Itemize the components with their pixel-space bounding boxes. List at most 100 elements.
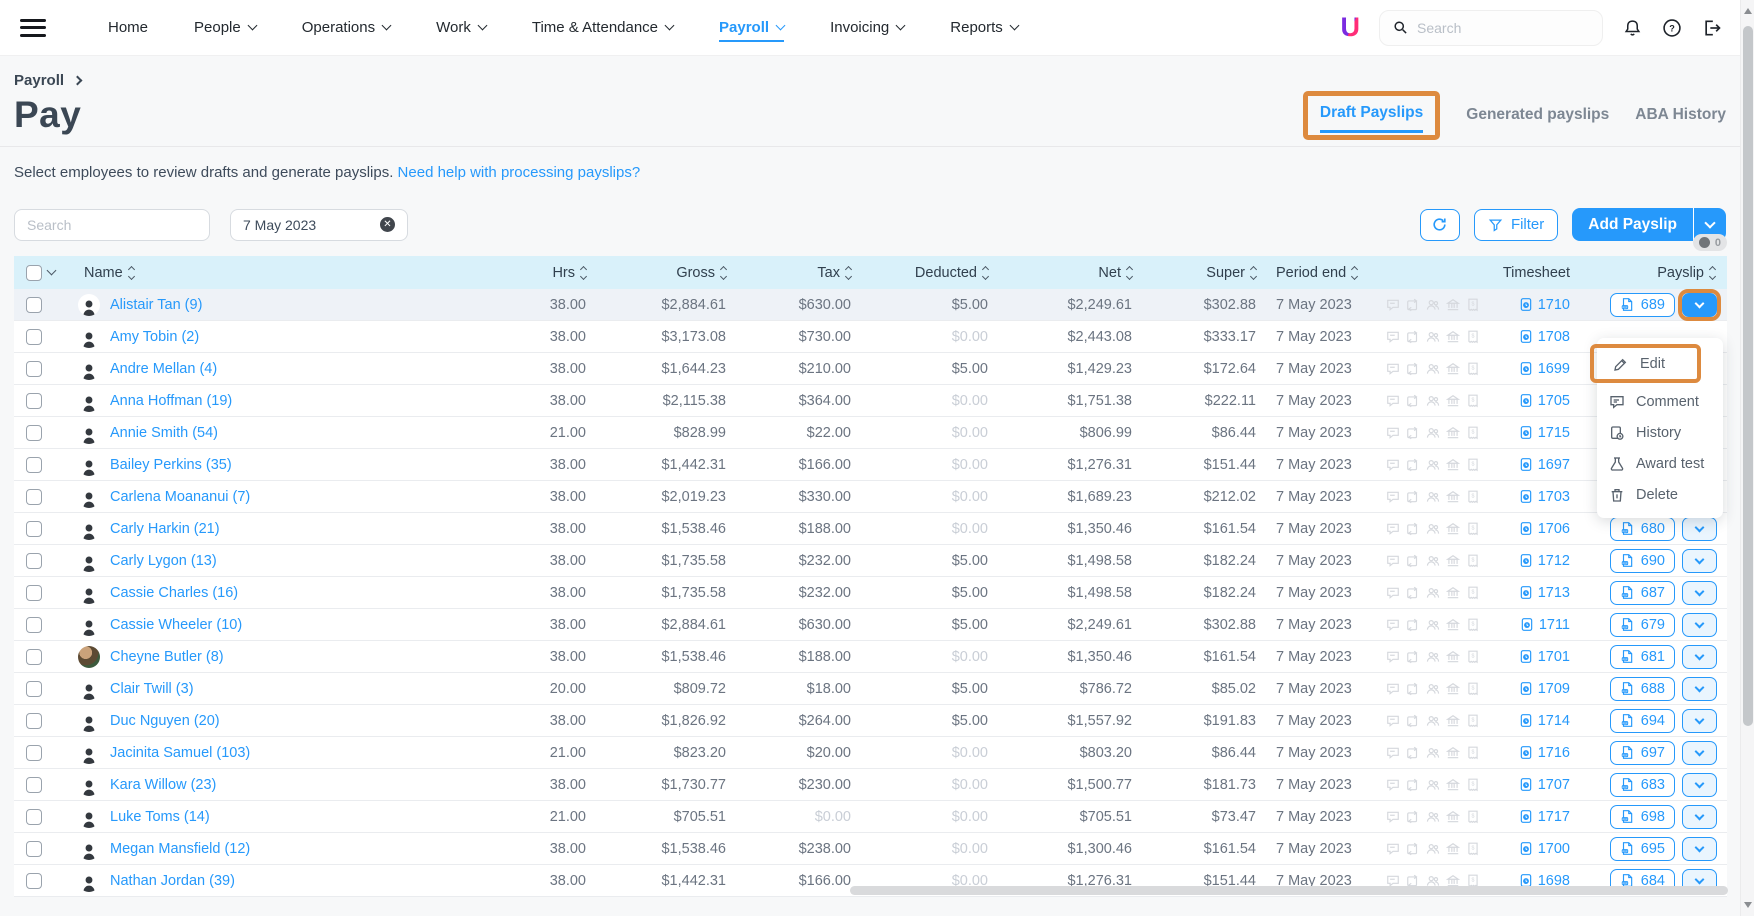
employees-icon[interactable] — [1426, 330, 1440, 344]
pay-receipt-icon[interactable]: $ — [1466, 426, 1480, 440]
sort-icon[interactable] — [1710, 267, 1715, 279]
row-checkbox[interactable] — [26, 585, 42, 601]
employee-name-link[interactable]: Luke Toms (14) — [110, 809, 210, 825]
pay-receipt-icon[interactable]: $ — [1466, 394, 1480, 408]
timesheet-link[interactable]: 1715 — [1494, 425, 1576, 441]
payslip-actions-dropdown-button[interactable] — [1682, 773, 1717, 797]
pay-receipt-icon[interactable]: $ — [1466, 362, 1480, 376]
timesheet-sync-icon[interactable] — [1406, 714, 1420, 728]
help-processing-payslips-link[interactable]: Need help with processing payslips? — [398, 164, 641, 181]
employee-name-link[interactable]: Andre Mellan (4) — [110, 361, 217, 377]
employee-name-link[interactable]: Carly Lygon (13) — [110, 553, 217, 569]
employee-name-link[interactable]: Cassie Wheeler (10) — [110, 617, 242, 633]
bank-icon[interactable] — [1446, 714, 1460, 728]
sort-icon[interactable] — [1127, 267, 1132, 279]
row-checkbox[interactable] — [26, 521, 42, 537]
row-checkbox[interactable] — [26, 809, 42, 825]
timesheet-link[interactable]: 1717 — [1494, 809, 1576, 825]
payslip-pdf-button[interactable]: PDF 690 — [1610, 549, 1675, 573]
timesheet-sync-icon[interactable] — [1406, 362, 1420, 376]
employees-icon[interactable] — [1426, 586, 1440, 600]
payslip-pdf-button[interactable]: PDF 695 — [1610, 837, 1675, 861]
payslip-actions-dropdown-button[interactable] — [1682, 581, 1717, 605]
row-checkbox[interactable] — [26, 425, 42, 441]
comment-icon[interactable] — [1386, 650, 1400, 664]
menu-item-delete[interactable]: Delete — [1597, 479, 1723, 510]
scroll-up-arrow-icon[interactable] — [1744, 8, 1752, 14]
timesheet-link[interactable]: 1706 — [1494, 521, 1576, 537]
timesheet-link[interactable]: 1708 — [1494, 329, 1576, 345]
tab-aba-history[interactable]: ABA History — [1635, 106, 1726, 132]
timesheet-link[interactable]: 1703 — [1494, 489, 1576, 505]
timesheet-link[interactable]: 1711 — [1494, 617, 1576, 633]
payslip-actions-dropdown-button[interactable] — [1682, 805, 1717, 829]
nav-item-payroll[interactable]: Payroll — [719, 13, 784, 42]
row-checkbox[interactable] — [26, 649, 42, 665]
payslip-actions-dropdown-button[interactable] — [1682, 709, 1717, 733]
employee-name-link[interactable]: Jacinita Samuel (103) — [110, 745, 250, 761]
row-checkbox[interactable] — [26, 361, 42, 377]
row-checkbox[interactable] — [26, 553, 42, 569]
sort-icon[interactable] — [983, 267, 988, 279]
employees-icon[interactable] — [1426, 394, 1440, 408]
payslip-actions-dropdown-button[interactable] — [1682, 293, 1717, 317]
payslip-actions-dropdown-button[interactable] — [1682, 645, 1717, 669]
filter-button[interactable]: Filter — [1474, 209, 1558, 241]
timesheet-link[interactable]: 1710 — [1494, 297, 1576, 313]
global-search-input[interactable] — [1417, 20, 1577, 36]
timesheet-sync-icon[interactable] — [1406, 778, 1420, 792]
sort-icon[interactable] — [721, 267, 726, 279]
payslip-pdf-button[interactable]: PDF 687 — [1610, 581, 1675, 605]
employee-name-link[interactable]: Cassie Charles (16) — [110, 585, 238, 601]
timesheet-sync-icon[interactable] — [1406, 650, 1420, 664]
bank-icon[interactable] — [1446, 746, 1460, 760]
comment-icon[interactable] — [1386, 490, 1400, 504]
nav-item-time-attendance[interactable]: Time & Attendance — [532, 13, 673, 42]
timesheet-sync-icon[interactable] — [1406, 298, 1420, 312]
bank-icon[interactable] — [1446, 490, 1460, 504]
row-checkbox[interactable] — [26, 873, 42, 889]
payslip-pdf-button[interactable]: PDF 680 — [1610, 517, 1675, 541]
sort-icon[interactable] — [846, 267, 851, 279]
comment-icon[interactable] — [1386, 554, 1400, 568]
employee-name-link[interactable]: Anna Hoffman (19) — [110, 393, 232, 409]
employees-icon[interactable] — [1426, 714, 1440, 728]
timesheet-link[interactable]: 1714 — [1494, 713, 1576, 729]
employee-name-link[interactable]: Clair Twill (3) — [110, 681, 194, 697]
tab-draft-payslips[interactable]: Draft Payslips — [1320, 104, 1423, 133]
bank-icon[interactable] — [1446, 682, 1460, 696]
comment-icon[interactable] — [1386, 810, 1400, 824]
payslip-actions-dropdown-button[interactable] — [1682, 517, 1717, 541]
row-checkbox[interactable] — [26, 457, 42, 473]
bank-icon[interactable] — [1446, 426, 1460, 440]
timesheet-link[interactable]: 1709 — [1494, 681, 1576, 697]
menu-item-award-test[interactable]: Award test — [1597, 448, 1723, 479]
timesheet-sync-icon[interactable] — [1406, 746, 1420, 760]
employees-icon[interactable] — [1426, 458, 1440, 472]
pay-period-date-picker[interactable]: 7 May 2023 ✕ — [230, 209, 408, 241]
pay-receipt-icon[interactable]: $ — [1466, 298, 1480, 312]
timesheet-sync-icon[interactable] — [1406, 810, 1420, 824]
select-all-chevron-icon[interactable] — [47, 266, 57, 276]
pay-receipt-icon[interactable]: $ — [1466, 522, 1480, 536]
employees-icon[interactable] — [1426, 682, 1440, 696]
payslip-pdf-button[interactable]: PDF 681 — [1610, 645, 1675, 669]
timesheet-link[interactable]: 1707 — [1494, 777, 1576, 793]
comment-icon[interactable] — [1386, 746, 1400, 760]
payslip-actions-dropdown-button[interactable] — [1682, 677, 1717, 701]
vertical-scrollbar[interactable] — [1740, 0, 1754, 916]
timesheet-sync-icon[interactable] — [1406, 842, 1420, 856]
employees-icon[interactable] — [1426, 650, 1440, 664]
hamburger-menu-icon[interactable] — [20, 19, 46, 37]
comment-icon[interactable] — [1386, 298, 1400, 312]
row-checkbox[interactable] — [26, 713, 42, 729]
pay-receipt-icon[interactable]: $ — [1466, 330, 1480, 344]
comment-icon[interactable] — [1386, 458, 1400, 472]
bank-icon[interactable] — [1446, 842, 1460, 856]
sort-icon[interactable] — [581, 267, 586, 279]
pay-receipt-icon[interactable]: $ — [1466, 714, 1480, 728]
employee-name-link[interactable]: Bailey Perkins (35) — [110, 457, 232, 473]
row-checkbox[interactable] — [26, 745, 42, 761]
pay-receipt-icon[interactable]: $ — [1466, 778, 1480, 792]
employee-name-link[interactable]: Carly Harkin (21) — [110, 521, 220, 537]
